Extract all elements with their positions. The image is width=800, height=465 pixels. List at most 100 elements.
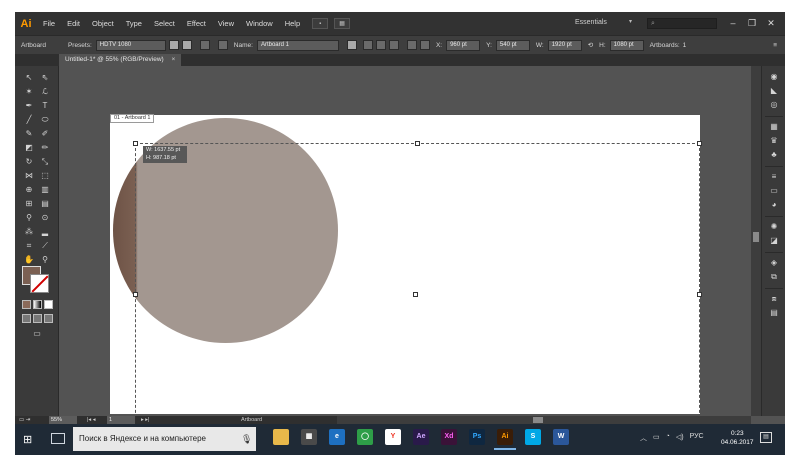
eyedropper-tool-icon[interactable]: ⚲ xyxy=(23,212,35,223)
column-graph-tool-icon[interactable]: ▂ xyxy=(39,226,51,237)
artboard-label[interactable]: 01 - Artboard 1 xyxy=(110,114,155,123)
artboard-options-icon[interactable] xyxy=(406,40,417,50)
prev-artboard-icon[interactable]: |◂ ◂ xyxy=(87,416,95,424)
minimize-button[interactable]: – xyxy=(725,17,741,29)
stroke-swatch[interactable] xyxy=(30,274,49,293)
workspace-switcher[interactable]: Essentials xyxy=(575,19,607,26)
horizontal-scroll-thumb[interactable] xyxy=(533,417,543,423)
pencil-tool-icon[interactable]: ✐ xyxy=(39,128,51,139)
new-artboard-icon[interactable] xyxy=(199,40,210,50)
next-artboard-icon[interactable]: ▸ ▸| xyxy=(141,416,149,424)
volume-icon[interactable]: ◁) xyxy=(676,433,684,443)
language-indicator[interactable]: РУС xyxy=(690,433,704,443)
menu-help[interactable]: Help xyxy=(279,12,306,35)
photoshop-icon[interactable]: Ps xyxy=(469,429,485,445)
type-tool-icon[interactable]: T xyxy=(39,100,51,111)
appearance-icon[interactable]: ◎ xyxy=(768,100,780,110)
artboards-panel-icon[interactable]: ⧉ xyxy=(768,272,780,282)
illustrator-taskbar-icon[interactable]: Ai xyxy=(494,429,516,450)
lasso-tool-icon[interactable]: ℒ xyxy=(39,86,51,97)
menu-window[interactable]: Window xyxy=(240,12,279,35)
height-field[interactable]: 1080 pt xyxy=(609,39,644,51)
delete-artboard-icon[interactable] xyxy=(217,40,228,50)
search-input[interactable]: ⌕ xyxy=(647,18,717,29)
bridge-button[interactable]: ▪ xyxy=(312,18,329,29)
transparency-icon[interactable]: ◕ xyxy=(768,200,780,210)
show-safe-areas-icon[interactable] xyxy=(388,40,399,50)
resize-handle-top[interactable] xyxy=(415,141,420,146)
swatches-icon[interactable]: ▦ xyxy=(768,122,780,132)
show-center-icon[interactable] xyxy=(362,40,373,50)
arrange-documents-button[interactable]: ▦ xyxy=(334,18,351,29)
gradient-panel-icon[interactable]: ▭ xyxy=(768,186,780,196)
panel-menu-icon[interactable]: ≡ xyxy=(773,42,777,49)
artboard-tool-icon[interactable]: ⌗ xyxy=(23,240,35,251)
microphone-icon[interactable]: 🎙 xyxy=(241,427,252,451)
resize-handle-left[interactable] xyxy=(133,292,138,297)
file-explorer-icon[interactable] xyxy=(273,429,289,445)
taskbar-search-input[interactable]: Поиск в Яндексе и на компьютере xyxy=(73,427,256,451)
menu-view[interactable]: View xyxy=(212,12,240,35)
show-crosshairs-icon[interactable] xyxy=(375,40,386,50)
green-app-icon[interactable]: ◯ xyxy=(357,429,373,445)
draw-normal-icon[interactable] xyxy=(22,314,31,323)
scale-tool-icon[interactable]: ⤡ xyxy=(39,156,51,167)
mesh-tool-icon[interactable]: ⊞ xyxy=(23,198,35,209)
network-icon[interactable]: ▭ xyxy=(653,433,660,443)
shape-builder-tool-icon[interactable]: ⊕ xyxy=(23,184,35,195)
status-tool-text[interactable]: Artboard xyxy=(241,416,262,424)
selection-tool-icon[interactable]: ↖ xyxy=(23,72,35,83)
presets-select[interactable]: HDTV 1080 xyxy=(95,39,166,51)
menu-file[interactable]: File xyxy=(37,12,61,35)
calculator-icon[interactable]: ▦ xyxy=(301,429,317,445)
ellipse-tool-icon[interactable]: ⬭ xyxy=(39,114,51,125)
gradient-tool-icon[interactable]: ▤ xyxy=(39,198,51,209)
slice-tool-icon[interactable]: ⟋ xyxy=(39,240,51,251)
horizontal-scrollbar[interactable] xyxy=(337,416,751,424)
color-guide-icon[interactable]: ◣ xyxy=(768,86,780,96)
brushes-icon[interactable]: ♛ xyxy=(768,136,780,146)
chevron-up-icon[interactable]: ︿ xyxy=(640,433,647,443)
move-copy-icon[interactable] xyxy=(346,40,357,50)
menu-effect[interactable]: Effect xyxy=(181,12,212,35)
width-field[interactable]: 1920 pt xyxy=(547,39,582,51)
magic-wand-tool-icon[interactable]: ✶ xyxy=(23,86,35,97)
none-mode-icon[interactable] xyxy=(44,300,53,309)
color-mode-icon[interactable] xyxy=(22,300,31,309)
draw-behind-icon[interactable] xyxy=(33,314,42,323)
vertical-scrollbar[interactable] xyxy=(751,66,761,416)
blob-brush-tool-icon[interactable]: ✏ xyxy=(39,142,51,153)
free-transform-tool-icon[interactable]: ⬚ xyxy=(39,170,51,181)
menu-edit[interactable]: Edit xyxy=(61,12,86,35)
menu-type[interactable]: Type xyxy=(120,12,148,35)
rotate-tool-icon[interactable]: ↻ xyxy=(23,156,35,167)
resize-handle-top-left[interactable] xyxy=(133,141,138,146)
pen-tool-icon[interactable]: ✒ xyxy=(23,100,35,111)
menu-object[interactable]: Object xyxy=(86,12,120,35)
resize-handle-top-right[interactable] xyxy=(697,141,702,146)
x-field[interactable]: 960 pt xyxy=(446,39,481,51)
artboard-selection-frame[interactable] xyxy=(135,143,700,414)
portrait-icon[interactable] xyxy=(168,40,179,50)
paintbrush-tool-icon[interactable]: ✎ xyxy=(23,128,35,139)
eraser-tool-icon[interactable]: ◩ xyxy=(23,142,35,153)
notification-center-icon[interactable]: ▤ xyxy=(760,432,772,443)
vertical-scroll-thumb[interactable] xyxy=(753,232,759,242)
artboard-name-field[interactable]: Artboard 1 xyxy=(256,39,339,51)
layers-icon[interactable]: ◈ xyxy=(768,258,780,268)
after-effects-icon[interactable]: Ae xyxy=(413,429,429,445)
align-panel-icon[interactable]: ▤ xyxy=(768,308,780,318)
draw-inside-icon[interactable] xyxy=(44,314,53,323)
clock[interactable]: 0:23 04.06.2017 xyxy=(721,429,754,447)
chevron-down-icon[interactable]: ▾ xyxy=(629,18,632,25)
gradient-mode-icon[interactable] xyxy=(33,300,42,309)
artboard-navigation-field[interactable]: 1 xyxy=(107,416,135,424)
close-button[interactable]: ✕ xyxy=(763,17,779,29)
zoom-tool-icon[interactable]: ⚲ xyxy=(39,254,51,265)
task-view-icon[interactable] xyxy=(51,433,65,444)
blend-tool-icon[interactable]: ⊙ xyxy=(39,212,51,223)
document-tab[interactable]: Untitled-1* @ 55% (RGB/Preview) × xyxy=(59,54,182,66)
symbol-sprayer-tool-icon[interactable]: ⁂ xyxy=(23,226,35,237)
wifi-icon[interactable]: ◔ xyxy=(666,433,670,443)
width-tool-icon[interactable]: ⋈ xyxy=(23,170,35,181)
